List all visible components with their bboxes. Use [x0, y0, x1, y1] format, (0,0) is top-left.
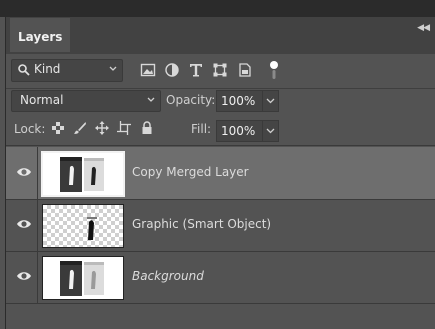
- type-filter-icon[interactable]: [188, 62, 204, 78]
- lock-artboard-icon[interactable]: [117, 121, 131, 135]
- layer-name[interactable]: Background: [132, 269, 204, 283]
- filter-toggle-icon[interactable]: [269, 60, 279, 80]
- filter-kind-label: Kind: [34, 62, 61, 76]
- divider: [37, 199, 38, 251]
- blend-mode-dropdown[interactable]: Normal: [11, 90, 161, 112]
- smart-object-filter-icon[interactable]: [237, 62, 253, 78]
- lock-image-icon[interactable]: [73, 121, 87, 135]
- blend-mode-value: Normal: [20, 93, 64, 107]
- divider: [37, 251, 38, 303]
- layer-row[interactable]: Graphic (Smart Object): [6, 199, 435, 252]
- opacity-label: Opacity:: [166, 93, 216, 107]
- opacity-input[interactable]: 100%: [216, 90, 264, 112]
- divider: [37, 147, 38, 199]
- divider: [6, 145, 435, 146]
- fill-input[interactable]: 100%: [216, 120, 264, 142]
- pixel-filter-icon[interactable]: [140, 62, 156, 78]
- eye-icon[interactable]: [16, 218, 32, 230]
- lock-all-icon[interactable]: [140, 121, 154, 135]
- eye-icon[interactable]: [16, 166, 32, 178]
- eye-icon[interactable]: [16, 270, 32, 282]
- fill-slider-button[interactable]: [262, 120, 279, 142]
- shape-filter-icon[interactable]: [212, 62, 228, 78]
- chevron-down-icon: [266, 128, 275, 134]
- adjustment-filter-icon[interactable]: [164, 62, 180, 78]
- layer-row[interactable]: Copy Merged Layer: [6, 147, 435, 200]
- search-icon: [18, 64, 30, 76]
- layer-thumbnail: [41, 151, 125, 197]
- collapse-icon[interactable]: ◀◀: [417, 23, 430, 33]
- chevron-down-icon: [147, 97, 155, 102]
- lock-position-icon[interactable]: [95, 121, 109, 135]
- opacity-slider-button[interactable]: [262, 90, 279, 112]
- fill-label: Fill:: [191, 122, 212, 136]
- window-top-strip: [0, 0, 435, 17]
- lock-label: Lock:: [14, 122, 46, 136]
- tab-layers[interactable]: Layers: [10, 18, 71, 52]
- layer-name[interactable]: Copy Merged Layer: [132, 165, 249, 179]
- layer-thumbnail: [42, 204, 124, 248]
- layer-name[interactable]: Graphic (Smart Object): [132, 217, 271, 231]
- lock-transparent-icon[interactable]: [51, 121, 65, 135]
- layer-row[interactable]: Background: [6, 251, 435, 304]
- chevron-down-icon: [109, 66, 117, 71]
- filter-kind-dropdown[interactable]: Kind: [11, 59, 123, 82]
- chevron-down-icon: [266, 98, 275, 104]
- layer-thumbnail: [42, 256, 124, 300]
